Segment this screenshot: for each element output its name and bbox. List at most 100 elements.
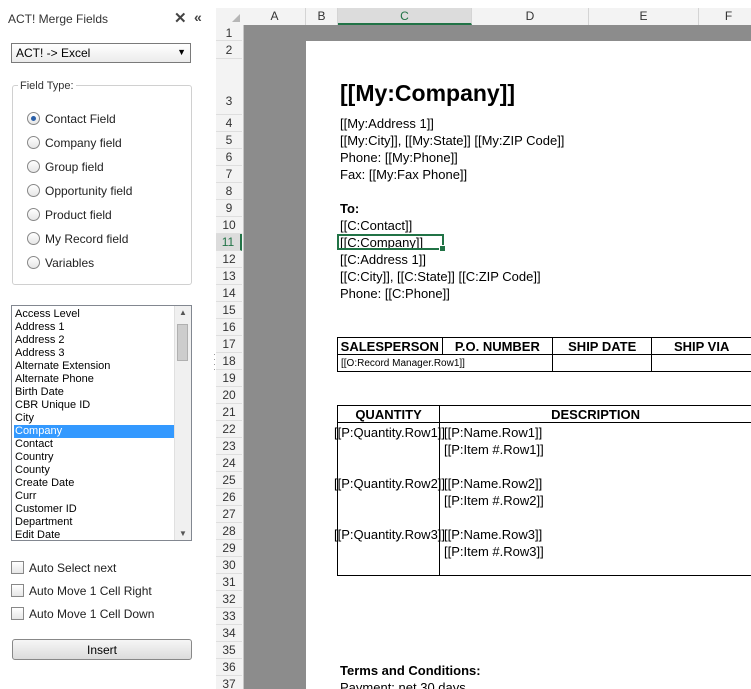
radio-icon[interactable] (27, 136, 40, 149)
checkbox-icon[interactable] (11, 561, 24, 574)
list-item-selected[interactable]: Company (14, 425, 176, 438)
row-header[interactable]: 17 (216, 336, 242, 353)
direction-dropdown[interactable]: ACT! -> Excel ▼ (11, 43, 191, 63)
quantity-column[interactable] (336, 422, 441, 576)
list-item[interactable]: Address 1 (14, 321, 176, 334)
row-header[interactable]: 3 (216, 59, 242, 115)
list-item[interactable]: Alternate Extension (14, 360, 176, 373)
auto-select-next-checkbox[interactable]: Auto Select next (11, 561, 116, 577)
list-item[interactable]: Curr (14, 490, 176, 503)
scroll-down-icon[interactable]: ▼ (179, 529, 187, 538)
name-cell[interactable]: [[P:Name.Row3]] (444, 527, 542, 542)
row-header[interactable]: 20 (216, 387, 242, 404)
row-header[interactable]: 23 (216, 438, 242, 455)
my-phone-cell[interactable]: Phone: [[My:Phone]] (340, 150, 458, 165)
table-header-cell[interactable]: QUANTITY (336, 405, 441, 423)
row-header[interactable]: 13 (216, 268, 242, 285)
column-header-c[interactable]: C (338, 8, 472, 25)
row-header[interactable]: 8 (216, 183, 242, 200)
close-icon[interactable]: ✕ (174, 9, 187, 27)
table-header-cell[interactable]: P.O. NUMBER (441, 337, 554, 355)
list-item[interactable]: Alternate Phone (14, 373, 176, 386)
column-header-a[interactable]: A (244, 8, 306, 25)
terms-label-cell[interactable]: Terms and Conditions: (340, 663, 481, 678)
selected-cell-cursor[interactable] (337, 234, 446, 252)
item-cell[interactable]: [[P:Item #.Row2]] (444, 493, 544, 508)
checkbox-icon[interactable] (11, 607, 24, 620)
row-header[interactable]: 34 (216, 625, 242, 642)
row-header[interactable]: 2 (216, 41, 242, 59)
row-header[interactable]: 28 (216, 523, 242, 540)
row-header[interactable]: 16 (216, 319, 242, 336)
row-header[interactable]: 33 (216, 608, 242, 625)
row-header[interactable]: 5 (216, 132, 242, 149)
row-header[interactable]: 30 (216, 557, 242, 574)
row-header[interactable]: 1 (216, 25, 242, 41)
scroll-up-icon[interactable]: ▲ (179, 308, 187, 317)
quantity-cell[interactable]: [[P:Quantity.Row1]] (334, 425, 445, 440)
auto-move-down-checkbox[interactable]: Auto Move 1 Cell Down (11, 607, 154, 623)
city-cell[interactable]: [[C:City]], [[C:State]] [[C:ZIP Code]] (340, 269, 541, 284)
scroll-thumb[interactable] (177, 324, 188, 361)
row-header[interactable]: 24 (216, 455, 242, 472)
row-header[interactable]: 36 (216, 659, 242, 676)
row-header[interactable]: 12 (216, 251, 242, 268)
my-city-cell[interactable]: [[My:City]], [[My:State]] [[My:ZIP Code]… (340, 133, 564, 148)
field-list[interactable]: Access Level Address 1 Address 2 Address… (11, 305, 192, 541)
list-item[interactable]: Country (14, 451, 176, 464)
table-header-cell[interactable]: SALESPERSON (337, 337, 443, 355)
quantity-cell[interactable]: [[P:Quantity.Row2]] (334, 476, 445, 491)
phone-cell[interactable]: Phone: [[C:Phone]] (340, 286, 450, 301)
list-item[interactable]: City (14, 412, 176, 425)
radio-icon[interactable] (27, 112, 40, 125)
name-cell[interactable]: [[P:Name.Row2]] (444, 476, 542, 491)
row-header[interactable]: 14 (216, 285, 242, 302)
collapse-icon[interactable]: « (194, 9, 202, 25)
radio-opportunity-field[interactable]: Opportunity field (27, 184, 132, 200)
radio-icon[interactable] (27, 184, 40, 197)
to-label-cell[interactable]: To: (340, 201, 359, 216)
list-item[interactable]: Address 2 (14, 334, 176, 347)
name-cell[interactable]: [[P:Name.Row1]] (444, 425, 542, 440)
column-header-e[interactable]: E (589, 8, 699, 25)
row-header[interactable]: 26 (216, 489, 242, 506)
column-header-d[interactable]: D (472, 8, 589, 25)
list-item[interactable]: Access Level (14, 308, 176, 321)
list-item[interactable]: Customer ID (14, 503, 176, 516)
my-fax-cell[interactable]: Fax: [[My:Fax Phone]] (340, 167, 467, 182)
table-header-cell[interactable]: SHIP VIA (651, 337, 751, 355)
table-header-cell[interactable]: DESCRIPTION (439, 405, 751, 423)
row-header[interactable]: 32 (216, 591, 242, 608)
list-item[interactable]: Create Date (14, 477, 176, 490)
row-header[interactable]: 27 (216, 506, 242, 523)
list-item[interactable]: County (14, 464, 176, 477)
select-all-corner[interactable] (216, 8, 243, 25)
list-item[interactable]: Birth Date (14, 386, 176, 399)
table-header-cell[interactable]: SHIP DATE (552, 337, 653, 355)
list-item[interactable]: Address 3 (14, 347, 176, 360)
row-header[interactable]: 37 (216, 676, 242, 689)
row-header[interactable]: 9 (216, 200, 242, 217)
row-header[interactable]: 22 (216, 421, 242, 438)
row-header[interactable]: 18 (216, 353, 242, 370)
row-header[interactable]: 10 (216, 217, 242, 234)
row-header[interactable]: 15 (216, 302, 242, 319)
radio-icon[interactable] (27, 160, 40, 173)
radio-icon[interactable] (27, 208, 40, 221)
item-cell[interactable]: [[P:Item #.Row1]] (444, 442, 544, 457)
list-item[interactable]: Department (14, 516, 176, 529)
radio-icon[interactable] (27, 232, 40, 245)
row-header[interactable]: 7 (216, 166, 242, 183)
radio-company-field[interactable]: Company field (27, 136, 122, 152)
contact-cell[interactable]: [[C:Contact]] (340, 218, 412, 233)
column-header-b[interactable]: B (306, 8, 338, 25)
column-header-f[interactable]: F (699, 8, 751, 25)
company-title-cell[interactable]: [[My:Company]] (340, 80, 515, 107)
radio-my-record-field[interactable]: My Record field (27, 232, 128, 248)
payment-cell[interactable]: Payment: net 30 days (340, 680, 466, 689)
radio-variables[interactable]: Variables (27, 256, 94, 272)
row-header[interactable]: 21 (216, 404, 242, 421)
row-header-active[interactable]: 11 (216, 234, 242, 251)
record-manager-cell[interactable]: [[O:Record Manager.Row1]] (336, 354, 554, 372)
spreadsheet[interactable]: A B C D E F 1 2 3 4 5 6 7 8 9 10 11 12 1… (216, 0, 751, 689)
